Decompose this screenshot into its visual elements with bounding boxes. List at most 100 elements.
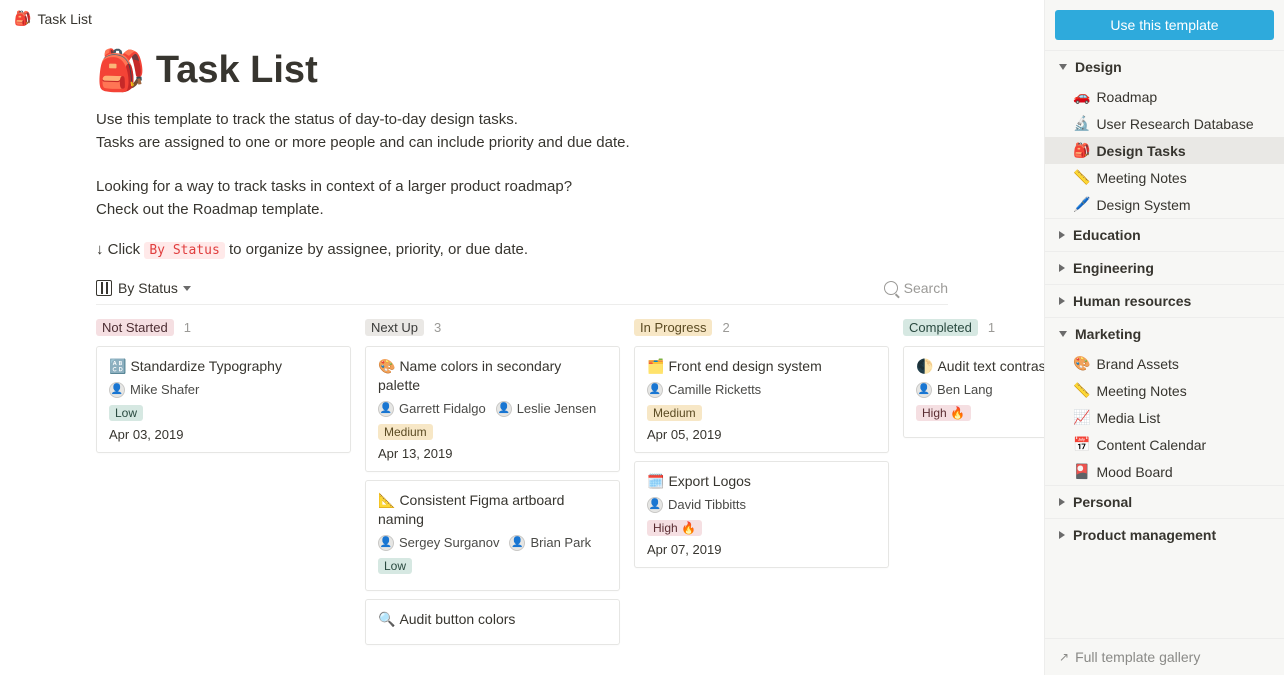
task-card[interactable]: 🔠Standardize Typography 👤Mike Shafer Low Ap… (96, 346, 351, 453)
use-template-button[interactable]: Use this template (1055, 10, 1274, 40)
nav-item-label: Brand Assets (1096, 356, 1179, 372)
assignee: 👤Sergey Surganov (378, 535, 499, 551)
nav-item-icon: 📏 (1073, 169, 1090, 186)
sidebar-item[interactable]: 🖊️ Design System (1045, 191, 1284, 218)
task-card[interactable]: 🗓️Export Logos👤David TibbittsHigh 🔥Apr 0… (634, 461, 889, 568)
card-title: 🌓Audit text contrast accessibility (916, 357, 1044, 376)
search-icon (884, 281, 898, 295)
breadcrumb-icon: 🎒 (14, 10, 31, 27)
section-header[interactable]: Personal (1045, 486, 1284, 518)
nav-item-icon: 🎒 (1073, 142, 1090, 159)
page-title-text: Task List (156, 49, 318, 92)
nav-item-label: Content Calendar (1096, 437, 1206, 453)
main-area: 🎒 Task List 🎒 Task List Use this templat… (0, 0, 1044, 675)
assignees: 👤Garrett Fidalgo👤Leslie Jensen (378, 401, 607, 417)
nav-item-label: Meeting Notes (1096, 170, 1186, 186)
assignee: 👤Camille Ricketts (647, 382, 761, 398)
column-count: 2 (722, 320, 729, 335)
due-date: Apr 03, 2019 (109, 427, 338, 442)
nav-item-label: Roadmap (1096, 89, 1157, 105)
sidebar: Use this template Design 🚗Roadmap🔬User Re… (1044, 0, 1284, 675)
priority-badge: Low (378, 558, 412, 574)
section-label: Education (1073, 227, 1141, 243)
section-header[interactable]: Education (1045, 219, 1284, 251)
assignees: 👤Mike Shafer (109, 382, 338, 398)
column-header: Not Started1 (96, 319, 351, 336)
card-title: 🔍Audit button colors (378, 610, 607, 629)
desc-line: Check out the Roadmap template. (96, 198, 948, 221)
avatar-icon: 👤 (647, 497, 663, 513)
task-card[interactable]: 🎨Name colors in secondary palette👤Garret… (365, 346, 620, 472)
desc-line: Tasks are assigned to one or more people… (96, 131, 948, 154)
nav-item-icon: 🖊️ (1073, 196, 1090, 213)
sidebar-section: Education (1045, 218, 1284, 251)
section-header[interactable]: Engineering (1045, 252, 1284, 284)
sidebar-item[interactable]: 🔬User Research Database (1045, 110, 1284, 137)
desc-line: Use this template to track the status of… (96, 108, 948, 131)
footer-label: Full template gallery (1075, 649, 1200, 665)
section-header[interactable]: Product management (1045, 519, 1284, 551)
task-card[interactable]: 🌓Audit text contrast accessibility 👤Ben L… (903, 346, 1044, 438)
sidebar-item[interactable]: 🎨Brand Assets (1045, 350, 1284, 377)
priority-badge: Medium (647, 405, 702, 421)
breadcrumb-title[interactable]: Task List (37, 11, 91, 27)
card-title: 📐Consistent Figma artboard naming (378, 491, 607, 529)
view-selector[interactable]: By Status (96, 280, 191, 296)
hint-suffix: to organize by assignee, priority, or du… (229, 241, 528, 258)
nav-item-icon: 🔬 (1073, 115, 1090, 132)
nav-item-icon: 📅 (1073, 436, 1090, 453)
task-icon: 📐 (378, 492, 395, 508)
page-title-icon: 🎒 (96, 47, 146, 94)
section-header[interactable]: Design (1045, 51, 1284, 83)
task-icon: 🎨 (378, 358, 395, 374)
card-title: 🗂️Front end design system (647, 357, 876, 376)
sidebar-nav: Design🚗Roadmap🔬User Research Database🎒De… (1045, 50, 1284, 638)
column-status-tag: In Progress (634, 319, 712, 336)
section-label: Human resources (1073, 293, 1191, 309)
section-label: Personal (1073, 494, 1132, 510)
task-card[interactable]: 📐Consistent Figma artboard naming 👤Sergey… (365, 480, 620, 591)
avatar-icon: 👤 (647, 382, 663, 398)
task-icon: 🌓 (916, 358, 933, 374)
sidebar-item[interactable]: 📅 Content Calendar (1045, 431, 1284, 458)
assignees: 👤David Tibbitts (647, 497, 876, 513)
nav-item-icon: 🎴 (1073, 463, 1090, 480)
template-gallery-link[interactable]: ↗ Full template gallery (1045, 638, 1284, 675)
search-placeholder: Search (904, 280, 948, 296)
triangle-down-icon (1059, 64, 1067, 70)
assignees: 👤Ben Lang (916, 382, 1044, 398)
due-date: Apr 13, 2019 (378, 446, 607, 461)
card-title: 🔠Standardize Typography (109, 357, 338, 376)
triangle-right-icon (1059, 231, 1065, 239)
kanban-board: Not Started1 🔠Standardize Typography 👤Mike… (96, 319, 948, 653)
triangle-right-icon (1059, 498, 1065, 506)
page-content: 🎒 Task List Use this template to track t… (0, 37, 1044, 653)
sidebar-item[interactable]: 🚗Roadmap (1045, 83, 1284, 110)
sidebar-item[interactable]: 📏Meeting Notes (1045, 377, 1284, 404)
priority-badge: Low (109, 405, 143, 421)
nav-item-label: Meeting Notes (1096, 383, 1186, 399)
sidebar-item[interactable]: 🎒Design Tasks (1045, 137, 1284, 164)
sidebar-section: Product management (1045, 518, 1284, 551)
triangle-down-icon (1059, 331, 1067, 337)
assignee: 👤Ben Lang (916, 382, 993, 398)
nav-item-label: Design System (1096, 197, 1190, 213)
section-header[interactable]: Marketing (1045, 318, 1284, 350)
avatar-icon: 👤 (378, 401, 394, 417)
search-input[interactable]: Search (884, 280, 948, 296)
section-header[interactable]: Human resources (1045, 285, 1284, 317)
section-label: Design (1075, 59, 1122, 75)
board-icon (96, 280, 112, 296)
sidebar-item[interactable]: 📏 Meeting Notes (1045, 164, 1284, 191)
sidebar-item[interactable]: 🎴Mood Board (1045, 458, 1284, 485)
task-card[interactable]: 🗂️Front end design system 👤Camille Ricket… (634, 346, 889, 453)
sidebar-item[interactable]: 📈Media List (1045, 404, 1284, 431)
assignee: 👤Leslie Jensen (496, 401, 597, 417)
column-header: In Progress 2 (634, 319, 889, 336)
hint-code: By Status (144, 242, 224, 259)
nav-item-label: Media List (1096, 410, 1160, 426)
assignee: 👤Brian Park (509, 535, 591, 551)
description-block-2: Looking for a way to track tasks in cont… (96, 175, 948, 222)
board-column-completed: Completed1🌓Audit text contrast accessibi… (903, 319, 1044, 653)
task-card[interactable]: 🔍Audit button colors (365, 599, 620, 646)
